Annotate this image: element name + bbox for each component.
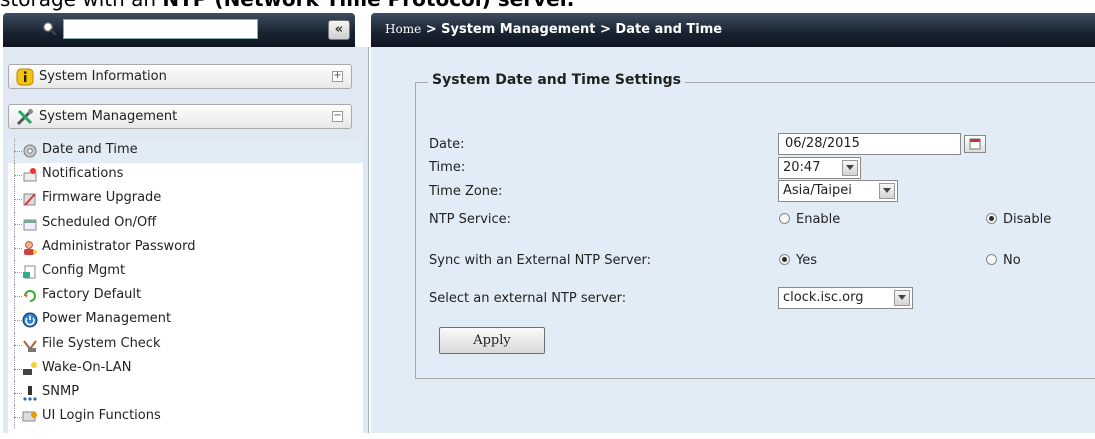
config-icon <box>23 265 36 279</box>
breadcrumb-path: > System Management > Date and Time <box>421 22 723 37</box>
search-input[interactable] <box>63 19 258 39</box>
info-icon <box>16 68 34 86</box>
sidebar-item-file-system-check[interactable]: File System Check <box>8 332 363 357</box>
sync-no-label: No <box>1003 253 1021 268</box>
radio-unchecked-icon <box>986 254 997 265</box>
expand-icon[interactable]: + <box>332 71 343 82</box>
accordion-label: System Information <box>39 69 167 84</box>
sidebar-item-label: UI Login Functions <box>42 408 161 424</box>
sidebar-item-label: Config Mgmt <box>42 262 126 278</box>
radio-checked-icon <box>986 213 997 224</box>
gear-icon <box>23 144 37 158</box>
sidebar-item-label: Power Management <box>42 311 172 327</box>
sidebar-item-label: SNMP <box>42 383 80 399</box>
ntp-enable-radio[interactable]: Enable <box>779 212 840 227</box>
sidebar-item-date-and-time[interactable]: Date and Time <box>8 139 363 164</box>
caption-text: storage with an <box>0 0 162 11</box>
accordion-system-information[interactable]: System Information + <box>8 64 352 89</box>
sync-external-ntp-label: Sync with an External NTP Server: <box>429 253 652 268</box>
left-panel-header: « <box>3 13 355 47</box>
ntp-enable-label: Enable <box>796 212 841 227</box>
schedule-icon <box>23 219 37 231</box>
timezone-value: Asia/Taipei <box>783 183 852 198</box>
time-select[interactable]: 20:47 <box>778 157 861 179</box>
sidebar-item-ui-login-functions[interactable]: UI Login Functions <box>8 405 363 430</box>
ntp-service-label: NTP Service: <box>429 212 512 227</box>
sidebar-item-label: Wake-On-LAN <box>42 359 132 375</box>
search-icon[interactable] <box>40 20 62 38</box>
notification-icon <box>23 168 37 182</box>
sidebar-item-label: Firmware Upgrade <box>42 190 162 206</box>
breadcrumb-home-link[interactable]: Home <box>385 22 421 36</box>
power-icon <box>22 312 38 328</box>
firmware-icon <box>23 193 36 207</box>
radio-unchecked-icon <box>779 213 790 224</box>
caption-bold-text: NTP (Network Time Protocol) server. <box>162 0 574 11</box>
collapse-panel-button[interactable]: « <box>328 20 350 40</box>
calendar-button[interactable] <box>964 135 986 153</box>
chevron-down-icon <box>842 160 858 176</box>
radio-checked-icon <box>779 254 790 265</box>
sync-yes-label: Yes <box>796 253 817 268</box>
sidebar-item-power-management[interactable]: Power Management <box>8 308 363 333</box>
factory-default-icon <box>24 290 36 303</box>
date-label: Date: <box>429 137 465 152</box>
calendar-icon <box>969 138 981 150</box>
snmp-icon <box>23 385 37 401</box>
accordion-system-management[interactable]: System Management − <box>8 104 352 129</box>
accordion-label: System Management <box>39 109 178 124</box>
sidebar-item-label: File System Check <box>42 335 161 351</box>
sidebar-item-wake-on-lan[interactable]: Wake-On-LAN <box>8 356 363 382</box>
sidebar-item-label: Factory Default <box>42 287 142 303</box>
breadcrumb: Home > System Management > Date and Time <box>385 22 722 37</box>
system-management-menu: Date and Time Notifications Firmware Upg… <box>8 139 363 439</box>
ntp-disable-radio[interactable]: Disable <box>986 212 1051 227</box>
sidebar-item-label: Administrator Password <box>42 238 196 254</box>
collapse-icon[interactable]: − <box>332 111 343 122</box>
section-title: System Date and Time Settings <box>428 72 686 88</box>
tools-icon <box>16 109 33 126</box>
sidebar-item-label: Notifications <box>42 166 124 182</box>
time-label: Time: <box>429 160 466 175</box>
sidebar-item-config-mgmt[interactable]: Config Mgmt <box>8 259 363 285</box>
document-caption: storage with an NTP (Network Time Protoc… <box>0 0 574 10</box>
timezone-select[interactable]: Asia/Taipei <box>778 180 898 202</box>
content-panel: System Date and Time Settings <box>371 47 1095 433</box>
content-header: Home > System Management > Date and Time <box>371 13 1095 47</box>
chevron-down-icon <box>894 290 910 306</box>
timezone-label: Time Zone: <box>429 184 503 199</box>
sidebar-item-notifications[interactable]: Notifications <box>8 163 363 188</box>
sidebar-item-factory-default[interactable]: Factory Default <box>8 284 363 309</box>
wake-on-lan-icon <box>23 361 37 375</box>
filesystem-check-icon <box>23 339 37 352</box>
admin-icon <box>24 240 37 255</box>
date-field[interactable]: 06/28/2015 <box>778 133 961 155</box>
apply-button[interactable]: Apply <box>439 327 545 354</box>
sidebar-item-label: Scheduled On/Off <box>42 214 157 230</box>
ntp-disable-label: Disable <box>1003 212 1052 227</box>
ntp-server-label: Select an external NTP server: <box>429 291 627 306</box>
sidebar-item-firmware-upgrade[interactable]: Firmware Upgrade <box>8 187 363 212</box>
ntp-server-select[interactable]: clock.isc.org <box>778 287 913 309</box>
sidebar-item-administrator-password[interactable]: Administrator Password <box>8 235 363 261</box>
left-panel: System Information + System Management −… <box>3 47 369 439</box>
ntp-server-value: clock.isc.org <box>783 290 864 305</box>
sidebar-item-snmp[interactable]: SNMP <box>8 380 363 406</box>
sidebar-item-scheduled-on-off[interactable]: Scheduled On/Off <box>8 211 363 236</box>
sync-yes-radio[interactable]: Yes <box>779 253 817 268</box>
chevron-down-icon <box>879 183 895 199</box>
time-value: 20:47 <box>783 160 821 175</box>
sync-no-radio[interactable]: No <box>986 253 1021 268</box>
login-icon <box>22 411 37 422</box>
sidebar-item-label: Date and Time <box>42 142 138 157</box>
